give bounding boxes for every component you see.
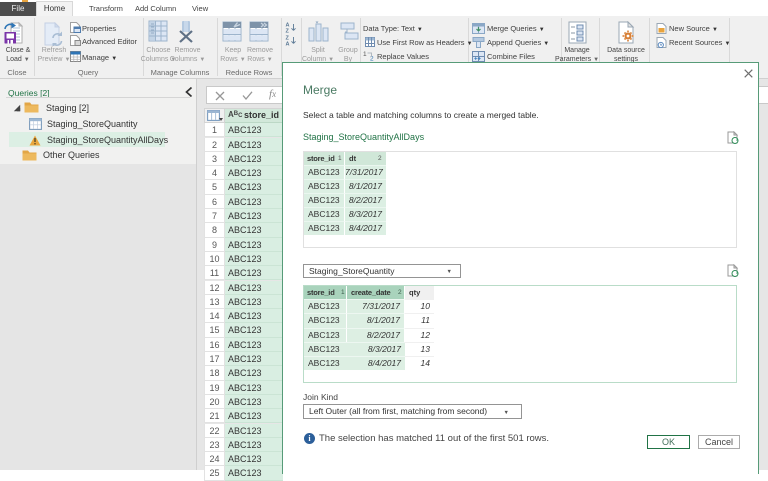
svg-text:A: A [286, 42, 290, 47]
svg-text:1: 1 [363, 51, 367, 58]
svg-text:Z: Z [286, 29, 290, 34]
